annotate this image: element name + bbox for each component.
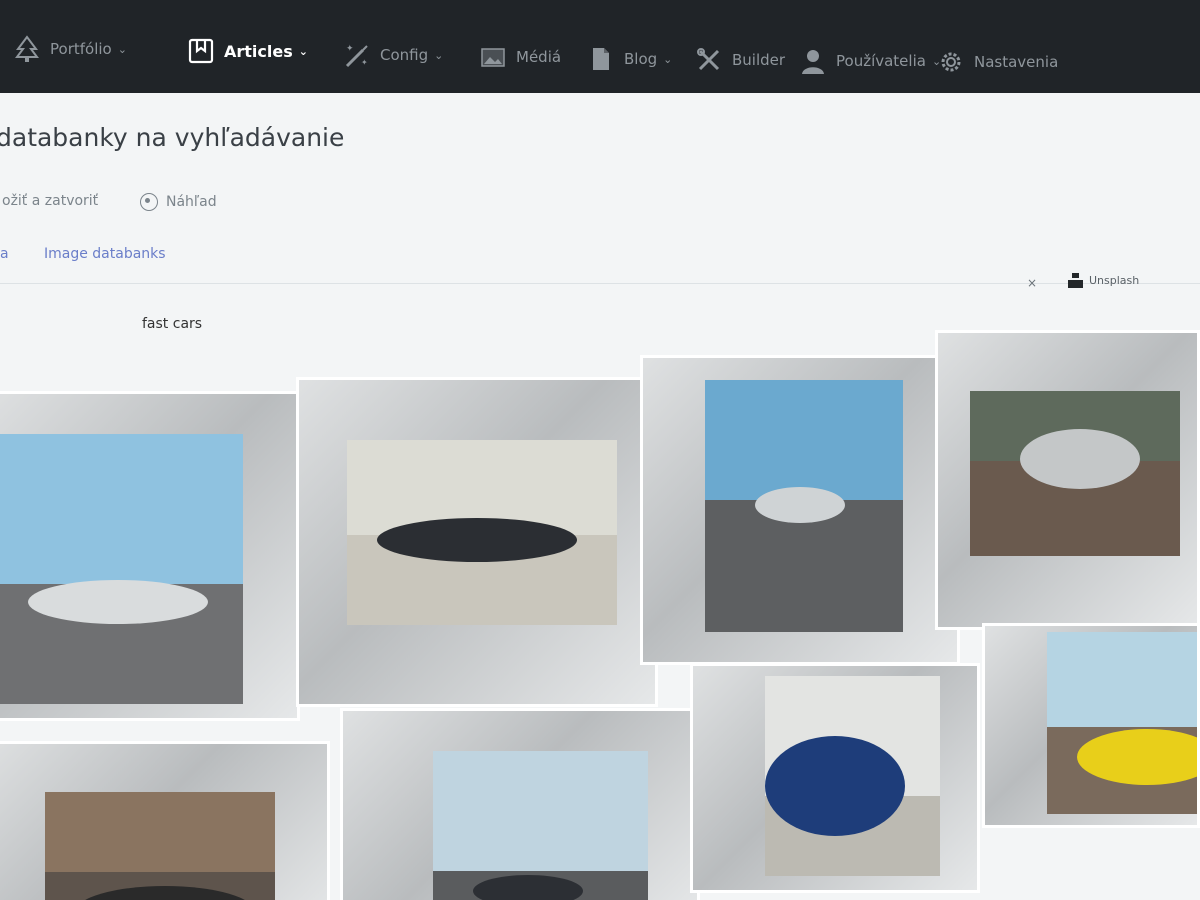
result-photo xyxy=(0,434,243,704)
preview-button[interactable]: Náhľad xyxy=(140,193,217,211)
provider-selector[interactable]: Unsplash xyxy=(1068,273,1139,288)
nav-item-config[interactable]: ✦ ✦ Config ⌄ xyxy=(342,40,443,70)
result-tile[interactable] xyxy=(982,623,1200,828)
nav-label-articles: Articles xyxy=(224,41,293,61)
photo-car xyxy=(765,736,905,836)
nav-label-media: Médiá xyxy=(516,48,562,66)
chevron-down-icon: ⌄ xyxy=(298,44,308,58)
tab-divider xyxy=(0,283,1200,284)
svg-text:✦: ✦ xyxy=(346,44,354,54)
result-tile[interactable] xyxy=(0,391,300,721)
photo-sky xyxy=(705,380,903,500)
photo-car xyxy=(1020,429,1140,489)
nav-item-builder[interactable]: Builder xyxy=(694,45,785,75)
preview-label: Náhľad xyxy=(166,194,217,210)
chevron-down-icon: ⌄ xyxy=(117,42,127,56)
photo-sky xyxy=(1047,632,1197,727)
search-input[interactable] xyxy=(140,315,564,333)
photo-sky xyxy=(0,434,243,584)
tree-icon xyxy=(12,34,42,64)
result-tile[interactable] xyxy=(935,330,1200,630)
nav-label-portfolio: Portfólio xyxy=(50,40,112,58)
gear-icon xyxy=(936,47,966,77)
nav-label-builder: Builder xyxy=(732,51,786,69)
nav-item-media[interactable]: Médiá xyxy=(478,42,561,72)
nav-item-settings[interactable]: Nastavenia xyxy=(936,47,1058,77)
document-icon xyxy=(586,44,616,74)
bookmark-icon xyxy=(186,36,216,66)
tab-image-databanks[interactable]: Image databanks xyxy=(44,246,166,262)
main-content: databanky na vyhľadávanie ožiť a zatvori… xyxy=(0,93,1200,900)
result-tile[interactable] xyxy=(0,741,330,900)
result-photo xyxy=(1047,632,1197,814)
photo-car xyxy=(377,518,577,562)
photo-car xyxy=(28,580,208,624)
unsplash-logo-icon xyxy=(1068,273,1083,288)
nav-item-users[interactable]: Používatelia ⌄ xyxy=(798,46,941,76)
result-photo xyxy=(347,440,617,625)
user-icon xyxy=(798,46,828,76)
nav-label-blog: Blog xyxy=(624,50,658,68)
result-tile[interactable] xyxy=(690,663,980,893)
save-close-button[interactable]: ožiť a zatvoriť xyxy=(2,193,98,209)
nav-item-portfolio[interactable]: Portfólio ⌄ xyxy=(12,34,127,64)
tools-icon xyxy=(694,45,724,75)
magic-wand-icon: ✦ ✦ xyxy=(342,40,372,70)
result-tile[interactable] xyxy=(296,377,658,707)
chevron-down-icon: ⌄ xyxy=(434,48,444,62)
result-tile[interactable] xyxy=(640,355,960,665)
result-photo xyxy=(45,792,275,900)
image-icon xyxy=(478,42,508,72)
svg-text:✦: ✦ xyxy=(361,58,368,67)
app-screen: Portfólio ⌄ Articles ⌄ ✦ ✦ Config ⌄ Médiá xyxy=(0,0,1200,900)
page-title: databanky na vyhľadávanie xyxy=(0,123,345,152)
photo-sky xyxy=(433,751,648,871)
tab-previous[interactable]: a xyxy=(0,246,9,262)
result-photo xyxy=(970,391,1180,556)
eye-icon xyxy=(140,193,158,211)
chevron-down-icon: ⌄ xyxy=(663,52,673,66)
close-icon[interactable]: × xyxy=(1027,276,1037,290)
nav-item-articles[interactable]: Articles ⌄ xyxy=(186,36,308,66)
nav-label-settings: Nastavenia xyxy=(974,53,1059,71)
top-navbar: Portfólio ⌄ Articles ⌄ ✦ ✦ Config ⌄ Médiá xyxy=(0,0,1200,93)
result-photo xyxy=(433,751,648,900)
save-close-label: ožiť a zatvoriť xyxy=(2,193,99,209)
photo-sky xyxy=(45,792,275,872)
result-photo xyxy=(705,380,903,632)
nav-item-blog[interactable]: Blog ⌄ xyxy=(586,44,672,74)
result-tile[interactable] xyxy=(340,708,700,900)
photo-car xyxy=(755,487,845,523)
nav-label-config: Config xyxy=(380,46,429,64)
provider-label: Unsplash xyxy=(1089,274,1140,287)
nav-label-users: Používatelia xyxy=(836,52,926,70)
result-photo xyxy=(765,676,940,876)
